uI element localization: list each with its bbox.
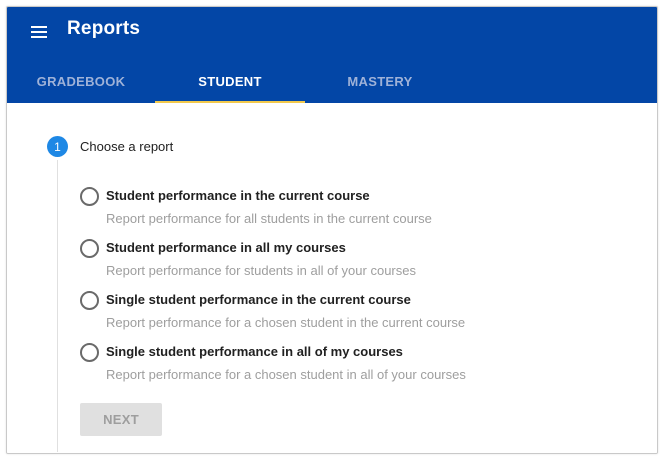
step-number-badge: 1 [47, 136, 68, 157]
option-description: Report performance for a chosen student … [106, 315, 466, 330]
option-title: Single student performance in the curren… [106, 292, 411, 307]
stepper-line [57, 160, 58, 452]
option-description: Report performance for all students in t… [106, 211, 432, 226]
report-chooser: 1 Choose a report Student performance in… [7, 103, 657, 453]
radio-button[interactable] [80, 291, 99, 310]
radio-button[interactable] [80, 239, 99, 258]
next-button[interactable]: NEXT [80, 403, 162, 436]
page-title: Reports [67, 18, 141, 39]
tab-student[interactable]: STUDENT [155, 59, 305, 103]
app-bar: Reports GRADEBOOK STUDENT MASTERY [7, 7, 657, 103]
option-description: Report performance for a chosen student … [106, 367, 466, 382]
radio-button[interactable] [80, 343, 99, 362]
tab-mastery[interactable]: MASTERY [305, 59, 455, 103]
report-option-current-course[interactable]: Student performance in the current cours… [79, 187, 559, 233]
report-option-all-courses[interactable]: Student performance in all my courses Re… [79, 239, 559, 285]
option-title: Student performance in all my courses [106, 240, 346, 255]
option-title: Single student performance in all of my … [106, 344, 403, 359]
reports-window: Reports GRADEBOOK STUDENT MASTERY 1 Choo… [6, 6, 658, 454]
option-title: Student performance in the current cours… [106, 188, 370, 203]
radio-button[interactable] [80, 187, 99, 206]
option-description: Report performance for students in all o… [106, 263, 416, 278]
report-option-single-student-all-courses[interactable]: Single student performance in all of my … [79, 343, 559, 389]
step-title: Choose a report [80, 139, 174, 154]
hamburger-menu-icon[interactable] [29, 22, 49, 42]
report-option-single-student-current-course[interactable]: Single student performance in the curren… [79, 291, 559, 337]
tab-gradebook[interactable]: GRADEBOOK [7, 59, 155, 103]
